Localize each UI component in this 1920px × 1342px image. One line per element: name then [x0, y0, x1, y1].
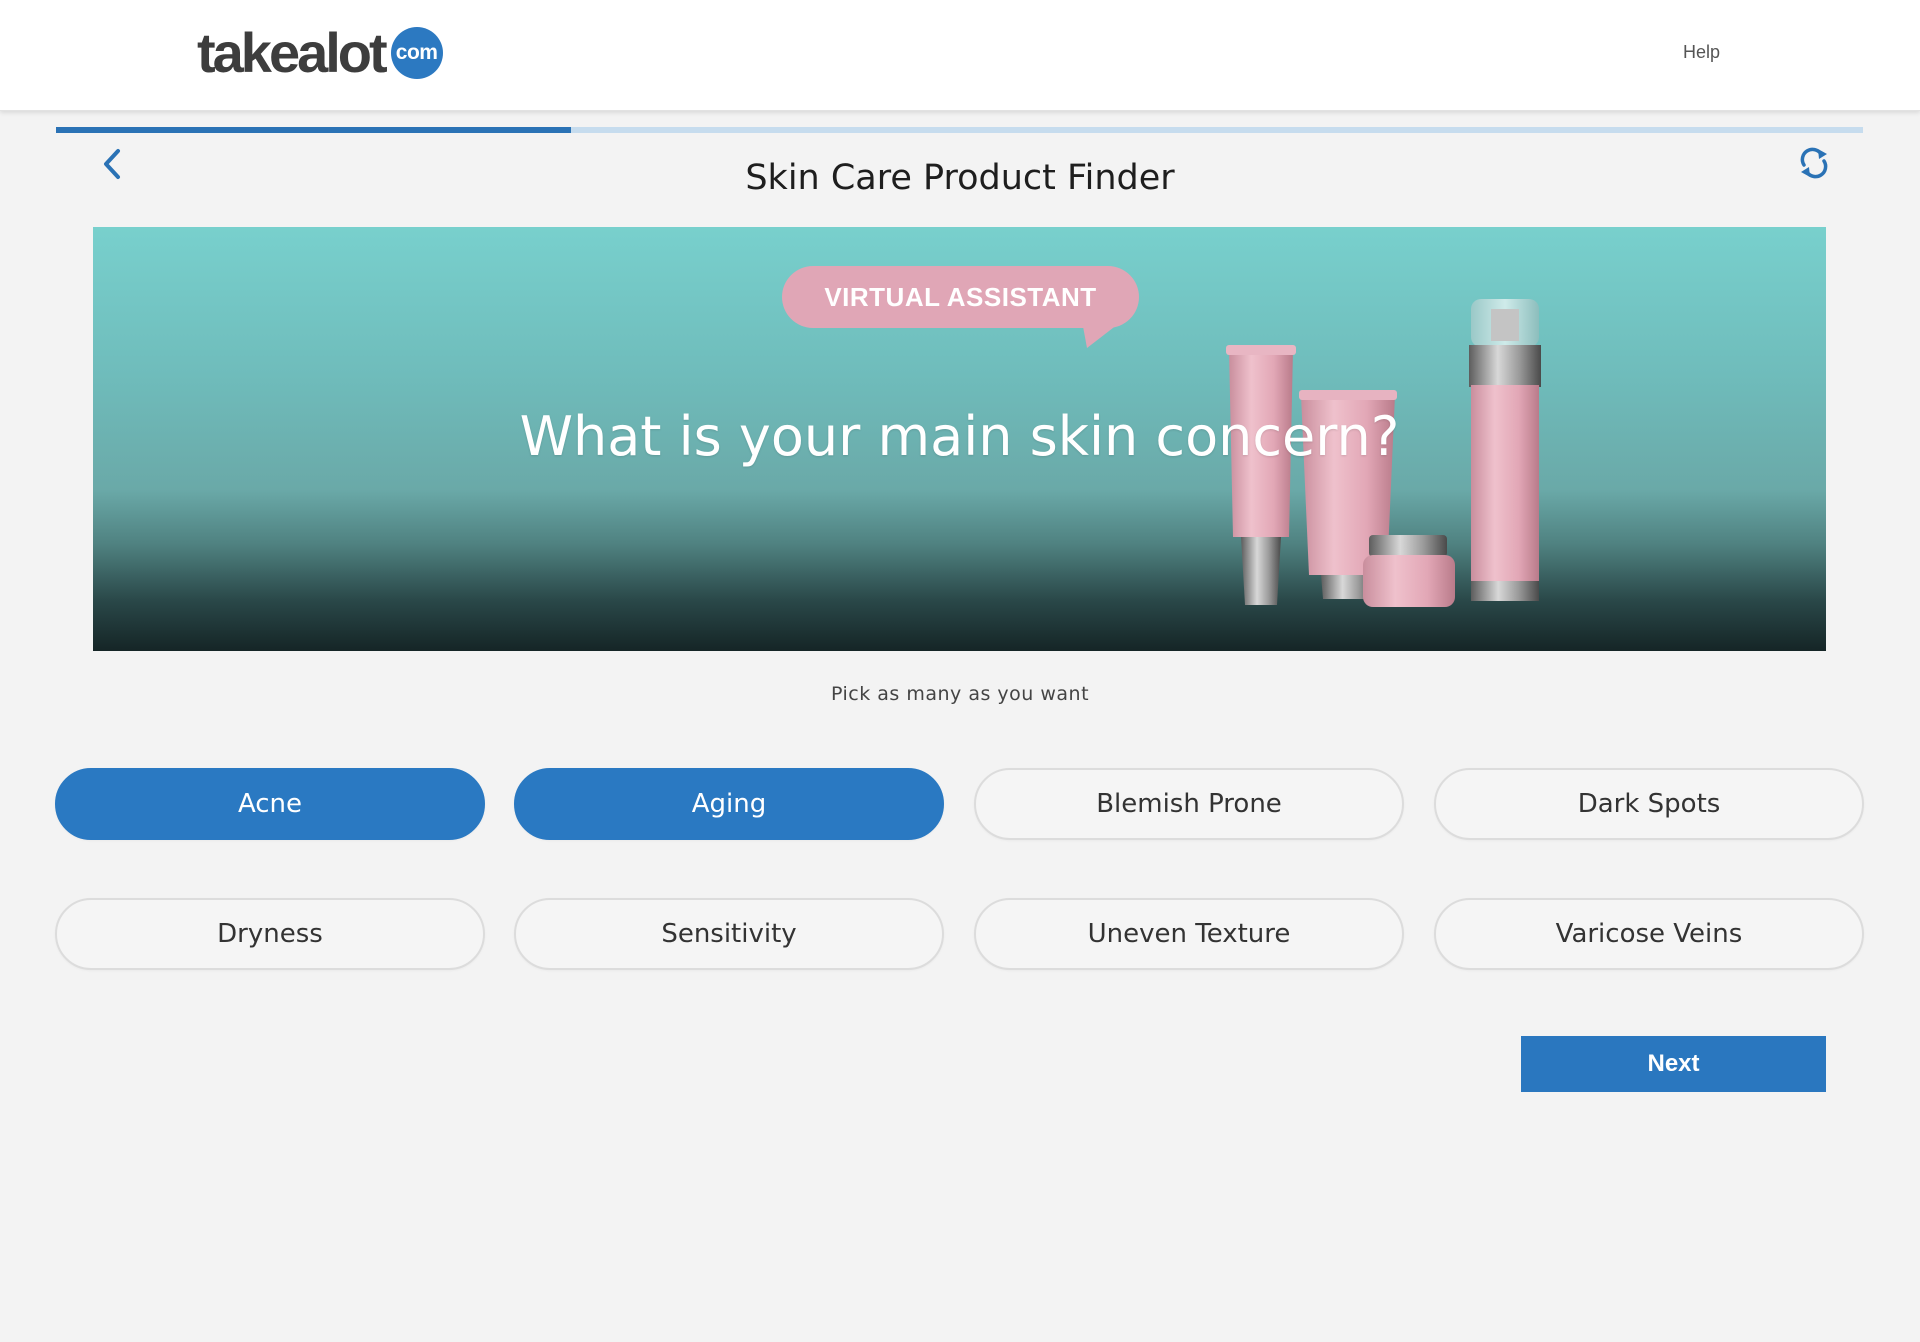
selection-hint: Pick as many as you want — [830, 683, 1090, 705]
logo-wordmark: takealot — [197, 21, 388, 84]
page-title: Skin Care Product Finder — [745, 158, 1175, 198]
next-button[interactable]: Next — [1521, 1036, 1826, 1092]
takealot-logo[interactable]: takealot com — [197, 22, 443, 84]
question-heading: What is your main skin concern? — [519, 405, 1400, 468]
option-uneven-texture[interactable]: Uneven Texture — [974, 898, 1404, 970]
option-sensitivity[interactable]: Sensitivity — [514, 898, 944, 970]
option-dryness[interactable]: Dryness — [55, 898, 485, 970]
progress-bar — [56, 127, 1863, 133]
progress-bar-fill — [56, 127, 571, 133]
hero-banner: VIRTUAL ASSISTANT What is your main skin… — [93, 227, 1826, 651]
option-dark-spots[interactable]: Dark Spots — [1434, 768, 1864, 840]
top-header: takealot com Help — [0, 0, 1920, 111]
option-acne[interactable]: Acne — [55, 768, 485, 840]
option-aging[interactable]: Aging — [514, 768, 944, 840]
logo-com-badge: com — [390, 27, 443, 79]
option-varicose-veins[interactable]: Varicose Veins — [1434, 898, 1864, 970]
help-link[interactable]: Help — [1683, 42, 1720, 63]
option-blemish-prone[interactable]: Blemish Prone — [974, 768, 1404, 840]
